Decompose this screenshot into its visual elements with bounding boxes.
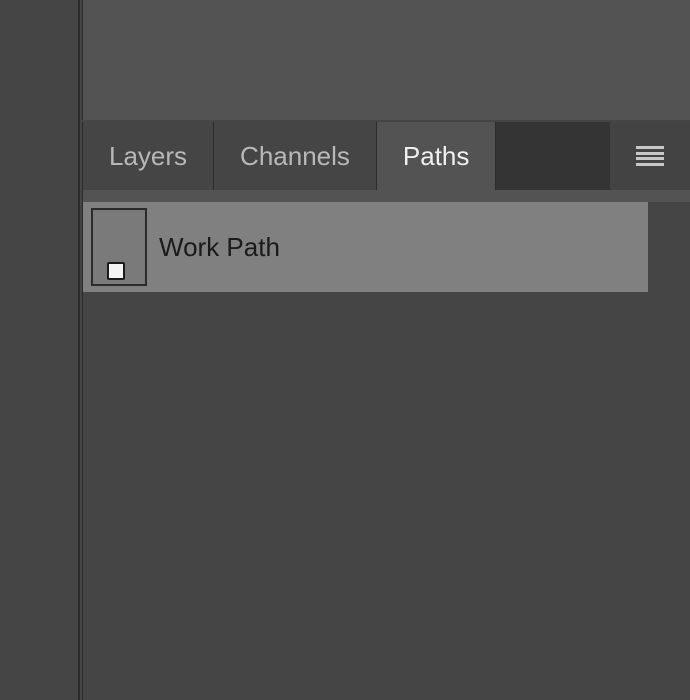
path-thumbnail bbox=[91, 208, 147, 286]
path-label: Work Path bbox=[159, 232, 280, 263]
tab-label: Channels bbox=[240, 141, 350, 172]
path-thumbnail-shape bbox=[107, 262, 125, 280]
hamburger-icon bbox=[636, 146, 664, 166]
paths-panel-body: Work Path bbox=[82, 190, 690, 700]
tab-label: Paths bbox=[403, 141, 470, 172]
app-left-sidebar bbox=[0, 0, 80, 700]
tab-paths[interactable]: Paths bbox=[377, 122, 497, 190]
tab-channels[interactable]: Channels bbox=[214, 122, 377, 190]
panel-menu-button[interactable] bbox=[610, 122, 690, 190]
path-item[interactable]: Work Path bbox=[83, 202, 648, 292]
tabs-spacer bbox=[496, 122, 610, 190]
panel-tabs-bar: Layers Channels Paths bbox=[82, 122, 690, 190]
paths-panel: Layers Channels Paths Work Path bbox=[82, 122, 690, 700]
upper-panel-area bbox=[82, 0, 690, 120]
panel-top-strip bbox=[83, 190, 690, 202]
tab-layers[interactable]: Layers bbox=[83, 122, 214, 190]
tab-label: Layers bbox=[109, 141, 187, 172]
